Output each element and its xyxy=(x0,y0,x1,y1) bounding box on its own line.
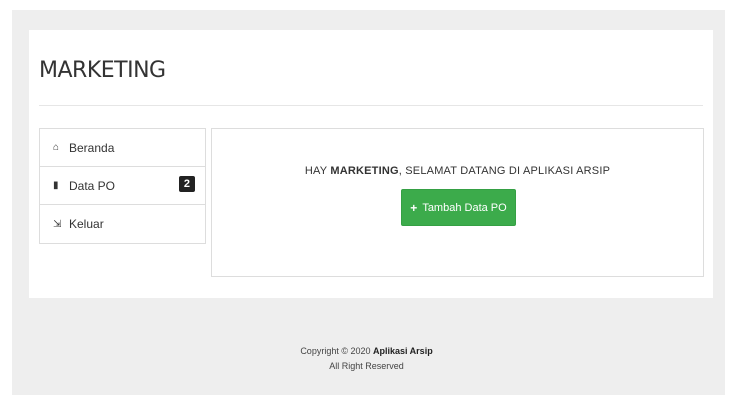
plus-icon: + xyxy=(410,200,418,215)
footer: Copyright © 2020 Aplikasi Arsip All Righ… xyxy=(0,344,733,374)
count-badge: 2 xyxy=(178,176,195,192)
add-po-button[interactable]: + Tambah Data PO xyxy=(401,189,516,226)
logout-icon: ⇲ xyxy=(53,218,62,230)
copyright-line: Copyright © 2020 Aplikasi Arsip xyxy=(0,344,733,359)
add-po-button-label: Tambah Data PO xyxy=(422,201,507,214)
rights-text: All Right Reserved xyxy=(329,361,404,371)
main-card: MARKETING ⌂ Beranda ▮ Data PO 2 ⇲ Keluar… xyxy=(29,30,713,298)
sidebar: ⌂ Beranda ▮ Data PO 2 ⇲ Keluar xyxy=(39,128,206,244)
content-panel: HAY MARKETING, SELAMAT DATANG DI APLIKAS… xyxy=(211,128,704,277)
page-title: MARKETING xyxy=(39,58,166,83)
welcome-suffix: , SELAMAT DATANG DI APLIKASI ARSIP xyxy=(398,165,611,177)
welcome-prefix: HAY xyxy=(304,165,331,177)
sidebar-item-beranda[interactable]: ⌂ Beranda xyxy=(40,129,205,167)
file-icon: ▮ xyxy=(53,180,59,191)
welcome-message: HAY MARKETING, SELAMAT DATANG DI APLIKAS… xyxy=(212,165,703,177)
sidebar-item-data-po[interactable]: ▮ Data PO 2 xyxy=(40,167,205,205)
welcome-username: MARKETING xyxy=(330,165,399,177)
app-name: Aplikasi Arsip xyxy=(373,346,433,356)
title-divider xyxy=(39,105,703,106)
copyright-text: Copyright © 2020 xyxy=(300,346,373,356)
sidebar-item-label: Beranda xyxy=(69,140,115,155)
sidebar-item-keluar[interactable]: ⇲ Keluar xyxy=(40,205,205,243)
home-icon: ⌂ xyxy=(53,142,60,153)
sidebar-item-label: Data PO xyxy=(69,178,116,193)
sidebar-item-label: Keluar xyxy=(69,217,104,231)
